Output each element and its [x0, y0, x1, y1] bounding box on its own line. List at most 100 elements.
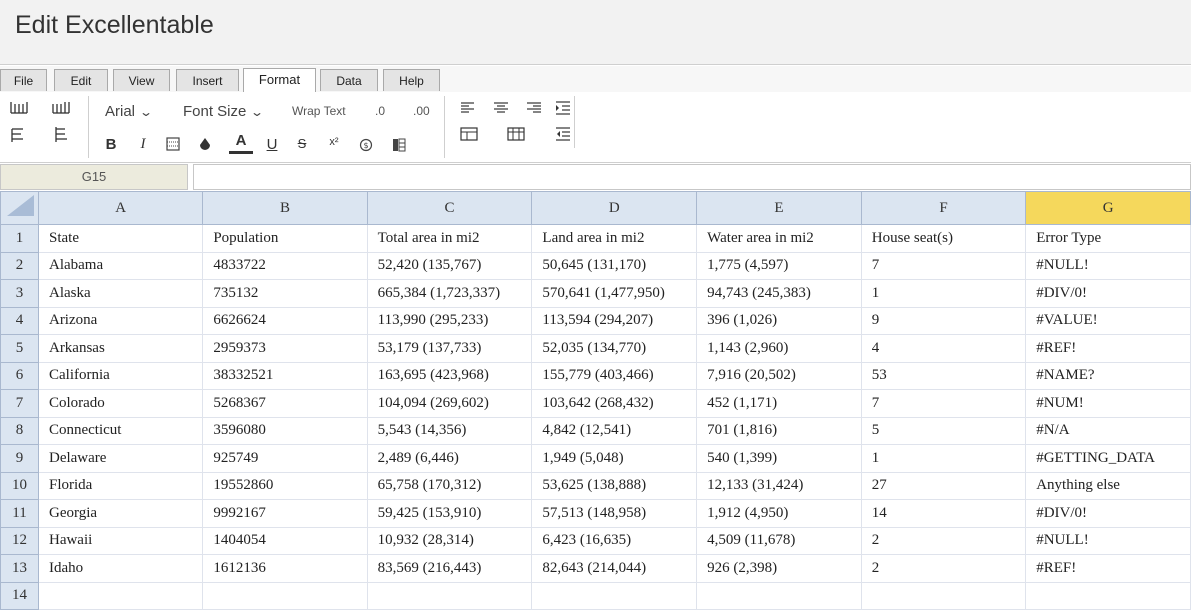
align-right-icon[interactable] — [526, 101, 542, 119]
grid-cell[interactable]: 4,509 (11,678) — [696, 526, 862, 555]
column-header-d[interactable]: D — [531, 191, 698, 225]
grid-cell[interactable]: Idaho — [37, 554, 204, 583]
tab-help[interactable]: Help — [383, 69, 440, 91]
row-header[interactable]: 4 — [0, 306, 39, 335]
grid-cell[interactable]: #DIV/0! — [1025, 499, 1191, 528]
grid-cell[interactable]: 83,569 (216,443) — [366, 554, 533, 583]
grid-cell[interactable]: 65,758 (170,312) — [366, 471, 533, 500]
grid-cell[interactable] — [1025, 581, 1191, 610]
grid-cell[interactable]: 1612136 — [202, 554, 368, 583]
row-header[interactable]: 8 — [0, 416, 39, 445]
grid-cell[interactable]: 2 — [860, 554, 1027, 583]
column-header-f[interactable]: F — [860, 191, 1027, 225]
grid-cell[interactable]: 2959373 — [202, 334, 368, 363]
grid-cell[interactable]: 53,625 (138,888) — [531, 471, 698, 500]
grid-cell[interactable]: #NULL! — [1025, 526, 1191, 555]
grid-cell[interactable]: Error Type — [1025, 224, 1191, 253]
wrap-text-button[interactable]: Wrap Text — [292, 104, 346, 118]
grid-cell[interactable]: 50,645 (131,170) — [531, 251, 698, 280]
currency-icon[interactable]: $ — [356, 138, 376, 156]
cell-reference-box[interactable]: G15 — [0, 164, 188, 190]
grid-cell[interactable]: 3596080 — [202, 416, 368, 445]
grid-cell[interactable]: 52,420 (135,767) — [366, 251, 533, 280]
grid-cell[interactable]: 9992167 — [202, 499, 368, 528]
grid-cell[interactable]: 19552860 — [202, 471, 368, 500]
grid-cell[interactable]: #DIV/0! — [1025, 279, 1191, 308]
grid-cell[interactable] — [696, 581, 862, 610]
grid-cell[interactable]: Land area in mi2 — [531, 224, 698, 253]
grid-cell[interactable]: 155,779 (403,466) — [531, 361, 698, 390]
grid-cell[interactable]: #NUM! — [1025, 389, 1191, 418]
grid-cell[interactable]: 10,932 (28,314) — [366, 526, 533, 555]
grid-cell[interactable]: 12,133 (31,424) — [696, 471, 862, 500]
row-header[interactable]: 7 — [0, 389, 39, 418]
fill-color-icon[interactable] — [195, 137, 215, 155]
superscript-button[interactable]: x² — [324, 136, 344, 148]
grid-cell[interactable]: Hawaii — [37, 526, 204, 555]
grid-cell[interactable]: Alabama — [37, 251, 204, 280]
row-header[interactable]: 5 — [0, 334, 39, 363]
tab-format[interactable]: Format — [243, 68, 316, 92]
grid-cell[interactable]: 570,641 (1,477,950) — [531, 279, 698, 308]
row-header[interactable]: 3 — [0, 279, 39, 308]
grid-cell[interactable]: 1,143 (2,960) — [696, 334, 862, 363]
grid-cell[interactable]: 163,695 (423,968) — [366, 361, 533, 390]
grid-cell[interactable]: 5,543 (14,356) — [366, 416, 533, 445]
grid-cell[interactable]: Delaware — [37, 444, 204, 473]
grid-cell[interactable]: 104,094 (269,602) — [366, 389, 533, 418]
bold-button[interactable]: B — [101, 136, 121, 153]
grid-cell[interactable]: State — [37, 224, 204, 253]
increase-decimal-button[interactable]: .00 — [413, 104, 430, 118]
grid-cell[interactable]: 6,423 (16,635) — [531, 526, 698, 555]
indent-icon[interactable] — [555, 101, 571, 119]
grid-cell[interactable]: 9 — [860, 306, 1027, 335]
grid-cell[interactable]: Total area in mi2 — [366, 224, 533, 253]
grid-cell[interactable]: 5268367 — [202, 389, 368, 418]
tab-insert[interactable]: Insert — [176, 69, 239, 91]
align-center-icon[interactable] — [493, 101, 509, 119]
grid-cell[interactable]: 396 (1,026) — [696, 306, 862, 335]
grid-cell[interactable]: Arizona — [37, 306, 204, 335]
grid-cell[interactable]: 94,743 (245,383) — [696, 279, 862, 308]
row-header[interactable]: 6 — [0, 361, 39, 390]
grid-cell[interactable]: 2,489 (6,446) — [366, 444, 533, 473]
grid-cell[interactable]: 14 — [860, 499, 1027, 528]
column-header-g[interactable]: G — [1025, 191, 1191, 225]
grid-cell[interactable]: Florida — [37, 471, 204, 500]
grid-cell[interactable]: 113,990 (295,233) — [366, 306, 533, 335]
grid-cell[interactable]: Georgia — [37, 499, 204, 528]
grid-cell[interactable] — [202, 581, 368, 610]
strikethrough-button[interactable]: S — [292, 136, 312, 151]
select-all-corner[interactable] — [0, 191, 39, 225]
grid-cell[interactable]: Arkansas — [37, 334, 204, 363]
column-header-b[interactable]: B — [202, 191, 368, 225]
grid-cell[interactable] — [860, 581, 1027, 610]
grid-cell[interactable]: 27 — [860, 471, 1027, 500]
column-header-a[interactable]: A — [37, 191, 204, 225]
grid-cell[interactable]: #REF! — [1025, 554, 1191, 583]
grid-cell[interactable]: 5 — [860, 416, 1027, 445]
grid-cell[interactable]: 4,842 (12,541) — [531, 416, 698, 445]
grid-cell[interactable]: 59,425 (153,910) — [366, 499, 533, 528]
row-header[interactable]: 1 — [0, 224, 39, 253]
row-header[interactable]: 11 — [0, 499, 39, 528]
grid-cell[interactable]: Population — [202, 224, 368, 253]
grid-cell[interactable]: 6626624 — [202, 306, 368, 335]
row-header[interactable]: 14 — [0, 581, 39, 610]
grid-cell[interactable]: #GETTING_DATA — [1025, 444, 1191, 473]
tab-data[interactable]: Data — [320, 69, 378, 91]
conditional-format-icon[interactable] — [389, 138, 409, 156]
tab-edit[interactable]: Edit — [54, 69, 108, 91]
grid-cell[interactable]: 540 (1,399) — [696, 444, 862, 473]
grid-cell[interactable]: California — [37, 361, 204, 390]
grid-cell[interactable]: 53,179 (137,733) — [366, 334, 533, 363]
grid-cell[interactable]: 82,643 (214,044) — [531, 554, 698, 583]
grid-cell[interactable]: #REF! — [1025, 334, 1191, 363]
grid-cell[interactable]: 4833722 — [202, 251, 368, 280]
grid-cell[interactable]: 926 (2,398) — [696, 554, 862, 583]
grid-cell[interactable]: Water area in mi2 — [696, 224, 862, 253]
font-size-dropdown[interactable]: Font Size ⌄ — [183, 103, 264, 120]
column-header-e[interactable]: E — [696, 191, 862, 225]
grid-cell[interactable]: 2 — [860, 526, 1027, 555]
grid-cell[interactable] — [37, 581, 204, 610]
